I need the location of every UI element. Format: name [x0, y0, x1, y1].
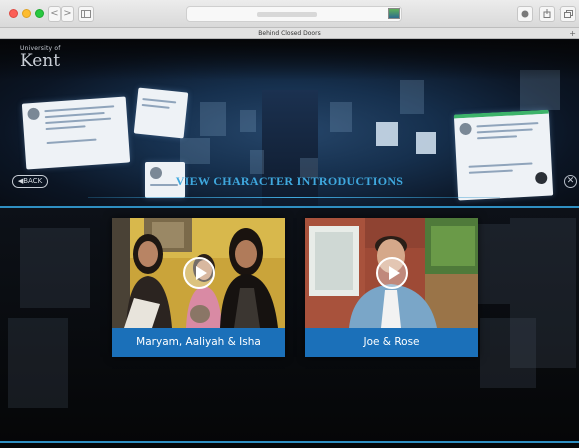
video-thumbnail[interactable]: [305, 218, 478, 328]
background-pane: [400, 80, 424, 114]
video-thumbnail[interactable]: [112, 218, 285, 328]
close-window-button[interactable]: [9, 9, 18, 18]
video-card-joe-rose[interactable]: Joe & Rose: [305, 218, 478, 357]
page-content: University of Kent: [0, 40, 579, 448]
background-pane: [250, 150, 264, 174]
new-tab-icon[interactable]: +: [569, 28, 576, 39]
play-icon[interactable]: [376, 257, 408, 289]
video-card-label[interactable]: Maryam, Aaliyah & Isha: [112, 328, 285, 357]
forward-nav-icon: >: [63, 8, 72, 19]
logo-title: Kent: [20, 51, 61, 71]
background-pane: [8, 318, 68, 408]
back-nav-icon: <: [50, 8, 59, 19]
extension-icon[interactable]: [388, 8, 400, 19]
sidebar-icon: [81, 10, 91, 18]
video-card-maryam-aaliyah-isha[interactable]: Maryam, Aaliyah & Isha: [112, 218, 285, 357]
share-icon: [543, 9, 551, 18]
background-pane: [480, 318, 536, 388]
info-icon: [521, 10, 529, 18]
background-pane: [416, 132, 436, 154]
zoom-window-button[interactable]: [35, 9, 44, 18]
back-nav-button[interactable]: <: [48, 6, 61, 22]
play-icon[interactable]: [183, 257, 215, 289]
bottom-divider: [0, 441, 579, 443]
background-pane: [376, 122, 398, 146]
sidebar-toggle-button[interactable]: [78, 6, 94, 22]
background-pane: [330, 102, 352, 132]
background-pane: [180, 138, 210, 164]
background-pane: [200, 102, 226, 136]
chat-window-graphic: [21, 96, 131, 170]
tabs-overview-button[interactable]: [560, 6, 576, 22]
chat-window-graphic: [133, 87, 189, 139]
address-bar[interactable]: ↻: [186, 6, 567, 22]
forward-nav-button[interactable]: >: [61, 6, 74, 22]
share-button[interactable]: [539, 6, 555, 22]
background-pane: [20, 228, 90, 308]
university-logo[interactable]: University of Kent: [20, 46, 61, 70]
background-pane: [240, 110, 256, 132]
video-card-label[interactable]: Joe & Rose: [305, 328, 478, 357]
minimize-window-button[interactable]: [22, 9, 31, 18]
browser-toolbar: < > ↻: [0, 0, 579, 28]
info-button[interactable]: [517, 6, 533, 22]
tab-title[interactable]: Behind Closed Doors: [0, 28, 579, 39]
url-text: [257, 12, 317, 17]
title-underline: [88, 197, 500, 198]
section-title: VIEW CHARACTER INTRODUCTIONS: [175, 174, 404, 188]
tabs-icon: [563, 10, 573, 18]
tab-bar: Behind Closed Doors +: [0, 28, 579, 39]
overlay-background: [0, 208, 579, 448]
